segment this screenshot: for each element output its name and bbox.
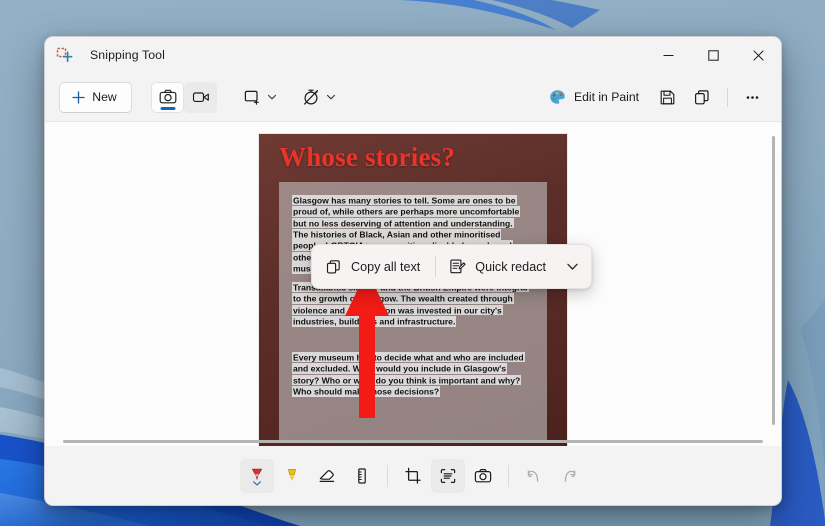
- text-actions-popup: Copy all text Quick redact: [311, 244, 592, 289]
- toolbar-divider: [387, 465, 388, 487]
- highlighter-tool[interactable]: [275, 459, 309, 493]
- popup-expand-button[interactable]: [558, 249, 587, 284]
- toolbar-right-group: Edit in Paint: [541, 82, 769, 113]
- quick-redact-label: Quick redact: [475, 260, 546, 274]
- ballpoint-pen-tool[interactable]: [240, 459, 274, 493]
- delay-dropdown[interactable]: [297, 82, 340, 113]
- crop-tool[interactable]: [396, 459, 430, 493]
- ruler-tool[interactable]: [345, 459, 379, 493]
- paint-palette-icon: [549, 89, 566, 106]
- quick-redact-button[interactable]: Quick redact: [439, 249, 558, 284]
- delay-button[interactable]: [299, 82, 323, 113]
- ruler-icon: [352, 466, 372, 486]
- eraser-tool[interactable]: [310, 459, 344, 493]
- plus-icon: [72, 91, 85, 104]
- delay-chevron[interactable]: [324, 92, 337, 102]
- highlighter-icon: [282, 466, 302, 486]
- ocr-text-overlay[interactable]: Glasgow has many stories to tell. Some a…: [279, 182, 547, 440]
- video-camera-icon: [192, 88, 210, 106]
- new-snip-button[interactable]: New: [59, 82, 132, 113]
- bottom-toolbar: [45, 446, 781, 505]
- maximize-icon: [708, 50, 719, 61]
- new-snip-label: New: [92, 90, 116, 104]
- copy-icon: [694, 89, 711, 106]
- top-toolbar: New: [45, 73, 781, 121]
- ocr-paragraph-text: Every museum has to decide what and who …: [292, 352, 525, 397]
- canvas-content-area[interactable]: Whose stories? Glasgow has many stories …: [45, 121, 781, 446]
- snipped-image[interactable]: Whose stories? Glasgow has many stories …: [259, 134, 567, 446]
- chevron-down-icon: [326, 92, 336, 102]
- image-actions-tool[interactable]: [466, 459, 500, 493]
- undo-icon: [524, 466, 544, 486]
- chevron-down-icon: [253, 480, 262, 487]
- horizontal-scrollbar[interactable]: [63, 440, 763, 443]
- crop-icon: [403, 466, 423, 486]
- camera-icon: [159, 88, 177, 106]
- capture-mode-group: [151, 82, 217, 113]
- pen-options-chevron[interactable]: [253, 474, 262, 492]
- window-caption-buttons: [646, 37, 781, 73]
- ocr-paragraph[interactable]: Every museum has to decide what and who …: [292, 352, 530, 398]
- save-icon: [659, 89, 676, 106]
- chevron-down-icon: [566, 260, 579, 273]
- edit-in-paint-label: Edit in Paint: [574, 90, 639, 104]
- maximize-button[interactable]: [691, 37, 736, 73]
- minimize-icon: [663, 50, 674, 61]
- snipping-tool-icon: [56, 47, 73, 64]
- vertical-scrollbar[interactable]: [772, 136, 775, 425]
- snip-mode-button[interactable]: [151, 82, 184, 113]
- redo-icon: [559, 466, 579, 486]
- redact-edit-icon: [449, 258, 466, 275]
- redo-button[interactable]: [552, 459, 586, 493]
- copy-icon: [326, 259, 342, 275]
- camera-icon: [473, 466, 493, 486]
- timer-off-icon: [302, 88, 320, 106]
- title-bar[interactable]: Snipping Tool: [45, 37, 781, 73]
- more-options-button[interactable]: [736, 82, 769, 113]
- snip-heading-text: Whose stories?: [279, 142, 455, 173]
- record-mode-button[interactable]: [184, 82, 217, 113]
- text-actions-tool[interactable]: [431, 459, 465, 493]
- edit-in-paint-button[interactable]: Edit in Paint: [541, 82, 649, 113]
- undo-button[interactable]: [517, 459, 551, 493]
- copy-button[interactable]: [686, 82, 719, 113]
- rectangle-snip-icon: [244, 89, 261, 106]
- save-button[interactable]: [651, 82, 684, 113]
- selected-indicator: [160, 107, 175, 110]
- chevron-down-icon: [267, 92, 277, 102]
- rectangle-snip-button[interactable]: [240, 82, 264, 113]
- toolbar-divider: [727, 88, 728, 107]
- close-icon: [753, 50, 764, 61]
- copy-all-text-label: Copy all text: [351, 260, 420, 274]
- popup-divider: [435, 256, 436, 277]
- copy-all-text-button[interactable]: Copy all text: [316, 249, 432, 284]
- eraser-icon: [317, 466, 337, 486]
- window-title: Snipping Tool: [90, 48, 165, 62]
- snipping-tool-window: Snipping Tool N: [44, 36, 782, 506]
- close-button[interactable]: [736, 37, 781, 73]
- text-actions-icon: [438, 466, 458, 486]
- more-options-icon: [744, 89, 761, 106]
- snip-shape-chevron[interactable]: [265, 92, 278, 102]
- toolbar-divider: [508, 465, 509, 487]
- minimize-button[interactable]: [646, 37, 691, 73]
- snip-shape-dropdown[interactable]: [238, 82, 281, 113]
